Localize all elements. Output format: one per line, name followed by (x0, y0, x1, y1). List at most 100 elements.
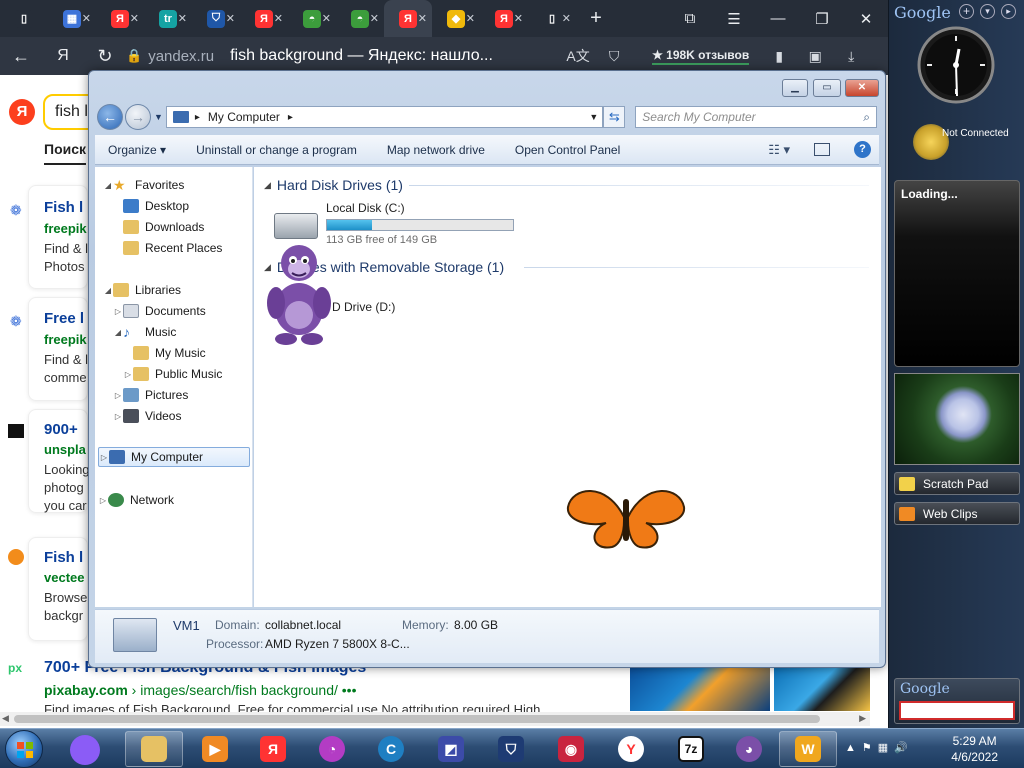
expand-icon[interactable]: ▷ (113, 307, 123, 316)
tab-yandex-2[interactable]: Я ✕ (240, 0, 288, 37)
taskbar-7zip[interactable]: 7z (662, 731, 720, 767)
expand-icon[interactable]: ▷ (123, 370, 133, 379)
nav-network[interactable]: ▷ Network (98, 490, 174, 510)
volume-icon[interactable]: 🔊 (894, 742, 914, 754)
result-source[interactable]: freepik (44, 332, 87, 347)
minimize-button[interactable]: ▁ (782, 79, 808, 97)
search-input[interactable]: Search My Computer (642, 110, 755, 124)
reviews-badge[interactable]: ★ 198K отзывов (652, 48, 750, 65)
search-box[interactable]: Search My Computer ⌕ (635, 106, 877, 128)
tab-apps[interactable]: ▦ ✕ (48, 0, 96, 37)
result-source[interactable]: vectee (44, 570, 84, 585)
tab-search[interactable]: Поиск (44, 141, 87, 165)
taskbar-ccleaner[interactable]: C (362, 731, 420, 767)
google-logo[interactable]: Google (894, 3, 951, 22)
extension-icon[interactable]: ▣ (797, 48, 833, 65)
nav-videos[interactable]: ▷ Videos (113, 406, 181, 426)
tab-doc-2[interactable]: ▯ ✕ (528, 0, 576, 37)
taskbar-bonzi[interactable]: ◕ (720, 731, 778, 767)
loading-gadget[interactable]: Loading... (894, 180, 1020, 367)
open-control-panel-button[interactable]: Open Control Panel (500, 143, 635, 157)
hard-disk-icon[interactable] (274, 213, 318, 239)
reload-icon[interactable]: ↻ (84, 46, 126, 67)
taskbar-yandex[interactable]: Я (244, 731, 302, 767)
scratch-pad-gadget[interactable]: Scratch Pad (894, 472, 1020, 495)
minimize-icon[interactable]: — (756, 10, 800, 27)
sidebar-next-icon[interactable]: ▸ (1001, 4, 1016, 19)
tab-shield[interactable]: ⛉ ✕ (192, 0, 240, 37)
nav-my-music[interactable]: My Music (133, 343, 206, 363)
help-icon[interactable]: ? (854, 141, 871, 158)
close-tab-icon[interactable]: ✕ (226, 12, 235, 25)
menu-icon[interactable]: ☰ (712, 10, 756, 28)
address-dropdown-icon[interactable]: ▼ (589, 112, 602, 122)
close-tab-icon[interactable]: ✕ (322, 12, 331, 25)
collapse-icon[interactable]: ◢ (113, 328, 123, 337)
scroll-left-icon[interactable]: ◀ (2, 713, 9, 724)
tab-doc[interactable]: ▯ (0, 0, 48, 37)
url-domain[interactable]: yandex.ru (148, 48, 214, 65)
close-tab-icon[interactable]: ✕ (514, 12, 523, 25)
tab-yandex-1[interactable]: Я ✕ (96, 0, 144, 37)
result-title[interactable]: 900+ (44, 421, 78, 438)
result-title[interactable]: Free l (44, 310, 84, 327)
result-source[interactable]: freepik (44, 221, 87, 236)
refresh-icon[interactable]: ⇆ (603, 106, 626, 128)
sidebar-menu-icon[interactable]: ▾ (980, 4, 995, 19)
translate-icon[interactable]: A文 (560, 46, 596, 66)
fish-thumbnail[interactable] (630, 667, 770, 711)
taskbar-screen-recorder[interactable]: ◉ (542, 731, 600, 767)
view-options-icon[interactable]: ☷ ▾ (768, 142, 790, 158)
web-clips-gadget[interactable]: Web Clips (894, 502, 1020, 525)
result-source[interactable]: unspla (44, 442, 86, 457)
tab-tr[interactable]: tr ✕ (144, 0, 192, 37)
horizontal-scrollbar[interactable]: ◀ ▶ (0, 712, 870, 726)
close-tab-icon[interactable]: ✕ (418, 12, 427, 25)
maximize-button[interactable]: ▭ (813, 79, 841, 97)
collapse-icon[interactable]: ◢ (103, 286, 113, 295)
nav-documents[interactable]: ▷ Documents (113, 301, 206, 321)
start-button[interactable] (5, 730, 43, 768)
close-tab-icon[interactable]: ✕ (178, 12, 187, 25)
restore-icon[interactable]: ❐ (800, 10, 844, 28)
nav-recent-places[interactable]: Recent Places (123, 238, 222, 258)
scroll-right-icon[interactable]: ▶ (859, 713, 866, 724)
close-tab-icon[interactable]: ✕ (466, 12, 475, 25)
butterfly-desktop-pet[interactable] (566, 477, 686, 557)
search-icon[interactable]: ⌕ (863, 110, 870, 125)
nav-music[interactable]: ◢ ♪ Music (113, 322, 176, 342)
address-arrow[interactable]: ▸ (288, 112, 293, 123)
nav-public-music[interactable]: ▷ Public Music (123, 364, 222, 384)
add-gadget-icon[interactable]: + (959, 4, 974, 19)
close-icon[interactable]: ✕ (844, 10, 888, 28)
address-bar[interactable]: ▸ My Computer ▸ ▼ (165, 106, 604, 128)
nav-pictures[interactable]: ▷ Pictures (113, 385, 188, 405)
protect-icon[interactable]: ⛉ (596, 48, 632, 65)
bookmark-icon[interactable]: ▮ (761, 48, 797, 65)
nav-downloads[interactable]: Downloads (123, 217, 204, 237)
recent-pages-icon[interactable]: ▼ (154, 112, 163, 122)
tab-yandex-3[interactable]: Я ✕ (480, 0, 528, 37)
tab-binance[interactable]: ◆ ✕ (432, 0, 480, 37)
close-tab-icon[interactable]: ✕ (130, 12, 139, 25)
close-tab-icon[interactable]: ✕ (370, 12, 379, 25)
expand-icon[interactable]: ▷ (113, 391, 123, 400)
local-disk-name[interactable]: Local Disk (C:) (326, 201, 405, 215)
yandex-logo[interactable]: Я (9, 99, 35, 125)
network-tray-icon[interactable]: ▦ (878, 742, 894, 754)
action-center-icon[interactable]: ⚑ (862, 742, 878, 754)
dvd-drive-name[interactable]: D Drive (D:) (332, 300, 395, 314)
result-title[interactable]: Fish l (44, 199, 83, 216)
system-tray[interactable]: ▲⚑▦🔊 (845, 741, 914, 754)
taskbar-shield-app[interactable]: ⛉ (482, 731, 540, 767)
expand-icon[interactable]: ▷ (98, 496, 108, 505)
taskbar-app-purple[interactable]: ◔ (303, 731, 361, 767)
nav-libraries[interactable]: ◢ Libraries (103, 280, 181, 300)
close-tab-icon[interactable]: ✕ (82, 12, 91, 25)
show-hidden-icons[interactable]: ▲ (845, 742, 862, 754)
new-tab-button[interactable]: + (576, 0, 616, 37)
expand-icon[interactable]: ▷ (113, 412, 123, 421)
address-root[interactable]: ▸ (195, 112, 200, 123)
tab-melon-2[interactable]: ◓ ✕ (336, 0, 384, 37)
expand-icon[interactable]: ▷ (99, 453, 109, 462)
